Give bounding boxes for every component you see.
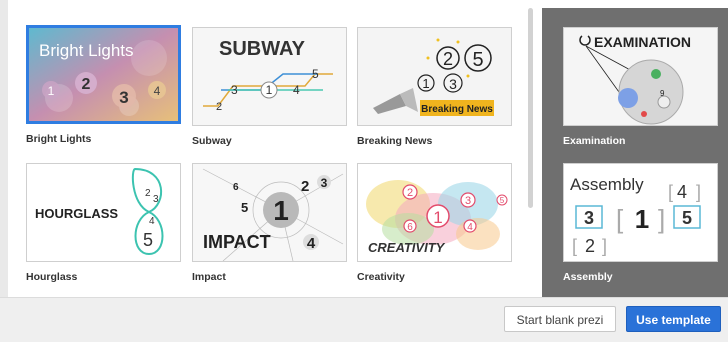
- hourglass-art: HOURGLASS 2 3 4 5: [27, 164, 180, 261]
- creativity-number: 1: [433, 208, 442, 227]
- impact-number: 6: [233, 182, 239, 193]
- template-label: Bright Lights: [26, 133, 92, 145]
- breaking-news-number: 3: [449, 76, 457, 92]
- hourglass-title: HOURGLASS: [35, 206, 118, 221]
- subway-number: 1: [266, 83, 273, 97]
- breaking-news-number: 5: [472, 49, 483, 71]
- svg-text:[: [: [616, 204, 624, 234]
- template-label: Creativity: [357, 271, 405, 283]
- assembly-number: 5: [682, 208, 692, 228]
- start-blank-prezi-button[interactable]: Start blank prezi: [504, 306, 616, 332]
- template-label: Breaking News: [357, 135, 433, 147]
- bright-lights-number: 1: [48, 84, 55, 98]
- hourglass-number: 2: [145, 188, 151, 199]
- thumbnail-subway[interactable]: SUBWAY 2 3 1 4 5: [192, 27, 347, 126]
- bright-lights-title: Bright Lights: [39, 41, 134, 60]
- bright-lights-number: 4: [154, 84, 161, 98]
- svg-text:]: ]: [696, 182, 701, 202]
- hourglass-number: 4: [149, 216, 155, 227]
- template-label: Examination: [563, 135, 626, 147]
- breaking-news-title: Breaking News: [421, 104, 493, 115]
- template-label: Hourglass: [26, 271, 78, 283]
- hourglass-number: 3: [153, 194, 159, 205]
- impact-number: 1: [273, 195, 289, 226]
- creativity-number: 6: [407, 222, 413, 233]
- assembly-number: 3: [584, 208, 594, 228]
- breaking-news-number: 2: [443, 49, 453, 69]
- thumbnail-hourglass[interactable]: HOURGLASS 2 3 4 5: [26, 163, 181, 262]
- thumbnail-examination[interactable]: EXAMINATION 9: [563, 27, 718, 126]
- impact-title: IMPACT: [203, 232, 271, 252]
- template-label: Subway: [192, 135, 232, 147]
- svg-text:[: [: [668, 182, 673, 202]
- svg-text:]: ]: [602, 236, 607, 256]
- breaking-news-art: 2 5 1 3 Breaking News: [358, 28, 511, 125]
- template-grid: Bright Lights 1 2 3 4 Bright Lights SUBW…: [8, 0, 533, 297]
- assembly-number: 4: [677, 182, 687, 202]
- svg-text:[: [: [572, 236, 577, 256]
- impact-number: 5: [241, 200, 248, 215]
- impact-number: 4: [307, 235, 316, 252]
- examination-number: 9: [660, 89, 665, 98]
- thumbnail-impact[interactable]: 1 2 3 4 5 6 IMPACT: [192, 163, 347, 262]
- bright-lights-number: 2: [82, 76, 91, 93]
- breaking-news-number: 1: [422, 76, 429, 91]
- svg-text:]: ]: [658, 204, 665, 234]
- assembly-art: Assembly 4 [ ] 3 [ 1 ] 5 [ 2 ]: [564, 164, 717, 261]
- creativity-number: 2: [407, 187, 413, 199]
- template-label: Assembly: [563, 271, 613, 283]
- use-template-button[interactable]: Use template: [626, 306, 721, 332]
- impact-art: 1 2 3 4 5 6 IMPACT: [193, 164, 346, 261]
- examination-title: EXAMINATION: [594, 34, 691, 50]
- grid-scrollbar[interactable]: [528, 8, 533, 208]
- subway-number: 3: [231, 83, 238, 97]
- creativity-number: 3: [465, 195, 471, 207]
- thumbnail-breaking-news[interactable]: 2 5 1 3 Breaking News: [357, 27, 512, 126]
- side-template-panel: EXAMINATION 9 Examination Assembly 4 [ ]: [542, 8, 728, 297]
- bright-lights-number: 3: [119, 88, 128, 107]
- template-label: Impact: [192, 271, 226, 283]
- hourglass-number: 5: [143, 230, 153, 250]
- assembly-number: 2: [585, 236, 595, 256]
- assembly-title: Assembly: [570, 175, 644, 194]
- creativity-title: CREATIVITY: [368, 240, 446, 255]
- dialog-footer: Start blank prezi Use template: [0, 297, 728, 342]
- creativity-art: 1 2 3 4 5 6 CREATIVITY: [358, 164, 511, 261]
- impact-number: 3: [321, 176, 328, 190]
- thumbnail-bright-lights[interactable]: Bright Lights 1 2 3 4: [26, 25, 181, 124]
- assembly-number: 1: [635, 204, 649, 234]
- thumbnail-creativity[interactable]: 1 2 3 4 5 6 CREATIVITY: [357, 163, 512, 262]
- subway-number: 2: [216, 101, 222, 113]
- impact-number: 2: [301, 178, 309, 195]
- creativity-number: 5: [500, 196, 505, 205]
- creativity-number: 4: [467, 222, 473, 233]
- subway-art: SUBWAY 2 3 1 4 5: [193, 28, 346, 125]
- thumbnail-assembly[interactable]: Assembly 4 [ ] 3 [ 1 ] 5 [ 2 ]: [563, 163, 718, 262]
- subway-title: SUBWAY: [219, 38, 306, 60]
- bright-lights-art: Bright Lights 1 2 3 4: [29, 28, 178, 121]
- subway-number: 5: [312, 67, 319, 81]
- subway-number: 4: [293, 83, 300, 97]
- examination-art: EXAMINATION 9: [564, 28, 717, 125]
